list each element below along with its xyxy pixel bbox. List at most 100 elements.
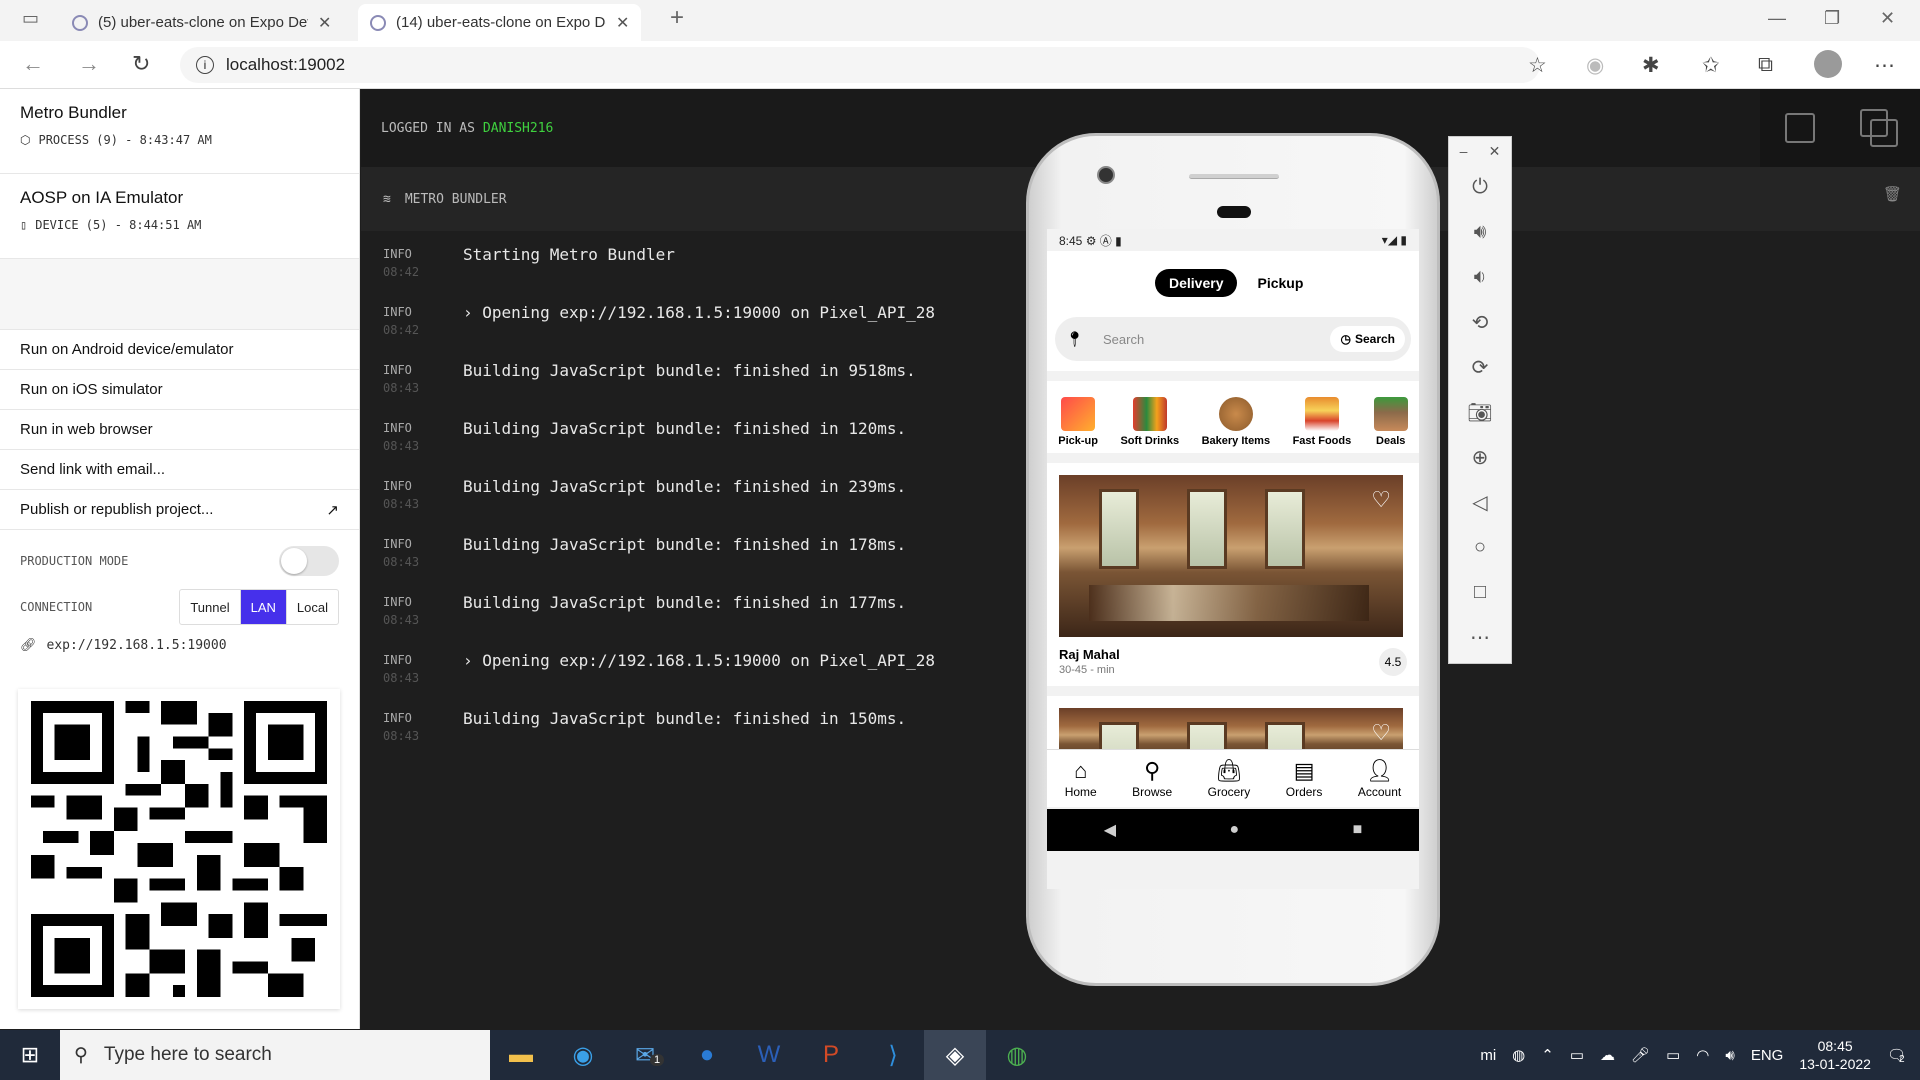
profile-avatar[interactable] (1814, 50, 1842, 78)
connection-lan[interactable]: LAN (240, 590, 287, 624)
run-ios-link[interactable]: Run on iOS simulator (0, 370, 359, 410)
volume-icon[interactable]: 🔊︎ (1725, 1047, 1734, 1064)
send-link-email[interactable]: Send link with email... (0, 450, 359, 490)
recents-square-icon[interactable]: ■ (1353, 821, 1363, 839)
extension-icon[interactable]: ◉ (1586, 53, 1604, 78)
close-window-icon[interactable]: ✕ (1880, 8, 1895, 29)
close-tab-icon[interactable]: ✕ (616, 13, 629, 33)
category-pickup[interactable]: Pick-up (1058, 397, 1098, 447)
connection-local[interactable]: Local (287, 590, 338, 624)
restaurant-name: Raj Mahal (1059, 647, 1120, 662)
run-web-link[interactable]: Run in web browser (0, 410, 359, 450)
restore-icon[interactable]: ❐ (1824, 8, 1840, 29)
category-deals[interactable]: Deals (1373, 397, 1408, 447)
wifi-icon[interactable]: ◠ (1696, 1046, 1709, 1064)
meet-now-icon[interactable]: ▭ (1570, 1046, 1584, 1064)
minimize-icon[interactable]: — (1768, 8, 1786, 29)
back-icon[interactable]: ← (22, 51, 44, 77)
browser-tab-1[interactable]: (5) uber-eats-clone on Expo Dev ✕ (60, 4, 343, 41)
run-android-link[interactable]: Run on Android device/emulator (0, 330, 359, 370)
more-icon[interactable]: ⋯ (1449, 615, 1511, 660)
favorite-heart-icon[interactable]: ♡ (1371, 487, 1391, 513)
windows-start-icon[interactable]: ⊞ (0, 1030, 60, 1080)
more-menu-icon[interactable]: ⋯ (1874, 53, 1895, 78)
single-view-button[interactable] (1760, 89, 1840, 167)
android-studio-icon[interactable]: ◈ (924, 1030, 986, 1080)
connection-tunnel[interactable]: Tunnel (180, 590, 241, 624)
collections-icon[interactable]: ⧉ (1758, 53, 1773, 77)
chrome-icon[interactable]: ◍ (986, 1030, 1048, 1080)
production-mode-toggle[interactable] (279, 546, 339, 576)
device-section[interactable]: AOSP on IA Emulator ▯ DEVICE (5) - 8:44:5… (0, 174, 359, 259)
word-icon[interactable]: W (738, 1030, 800, 1080)
back-icon[interactable]: ◁ (1449, 480, 1511, 525)
camera-icon[interactable]: 📷︎ (1449, 390, 1511, 435)
restaurant-card[interactable]: ♡ Raj Mahal 30-45 - min 4.5 (1047, 463, 1419, 686)
split-view-button[interactable] (1840, 89, 1920, 167)
search-input[interactable]: Search (1091, 332, 1330, 347)
home-circle-icon[interactable]: ● (1229, 821, 1239, 839)
sync-icon[interactable]: ◍ (1512, 1046, 1525, 1064)
category-bakery[interactable]: Bakery Items (1202, 397, 1270, 447)
forward-icon[interactable]: → (78, 51, 100, 77)
nav-grocery[interactable]: 👜︎ Grocery (1208, 758, 1251, 799)
power-icon[interactable]: ⏻ (1449, 165, 1511, 210)
new-tab-icon[interactable]: + (670, 4, 684, 32)
extensions-puzzle-icon[interactable]: ✱ (1642, 53, 1660, 78)
close-tab-icon[interactable]: ✕ (318, 13, 331, 33)
clock[interactable]: 08:45 13-01-2022 (1799, 1037, 1871, 1073)
publish-project-link[interactable]: Publish or republish project... ↗ (0, 490, 359, 530)
nav-orders[interactable]: ▤ Orders (1286, 758, 1323, 799)
battery-icon[interactable]: ▭ (1666, 1046, 1680, 1064)
windows-taskbar: ⊞ ⚲ Type here to search ▬ ◉ ✉ 1 ● W P ⟩ ◈… (0, 1030, 1920, 1080)
search-button[interactable]: ◷ Search (1330, 326, 1405, 352)
category-soft-drinks[interactable]: Soft Drinks (1120, 397, 1179, 447)
mail-icon[interactable]: ✉ 1 (614, 1030, 676, 1080)
search-bar[interactable]: 📍︎ Search ◷ Search (1055, 317, 1411, 361)
volume-down-icon[interactable]: 🔉︎ (1449, 255, 1511, 300)
zoom-icon[interactable]: ⊕ (1449, 435, 1511, 480)
nav-home[interactable]: ⌂ Home (1065, 758, 1097, 799)
microphone-icon[interactable]: 🎤︎ (1631, 1046, 1650, 1064)
pickup-tab[interactable]: Pickup (1243, 269, 1317, 297)
vscode-icon[interactable]: ⟩ (862, 1030, 924, 1080)
notifications-icon[interactable]: 🗨︎ 2 (1887, 1046, 1906, 1065)
file-explorer-icon[interactable]: ▬ (490, 1030, 552, 1080)
tab-actions-icon[interactable]: ▭ (22, 8, 39, 29)
add-favorite-icon[interactable]: ☆ (1528, 53, 1547, 78)
exp-url: exp://192.168.1.5:19000 (46, 637, 227, 653)
emulator-close-icon[interactable]: ✕ (1489, 143, 1501, 160)
taskbar-search[interactable]: ⚲ Type here to search (60, 1030, 490, 1080)
powerpoint-icon[interactable]: P (800, 1030, 862, 1080)
show-hidden-icons[interactable]: ⌃ (1541, 1046, 1554, 1064)
exp-url-row[interactable]: 🔗︎ exp://192.168.1.5:19000 (0, 630, 359, 660)
bundler-section[interactable]: Metro Bundler ⬡ PROCESS (9) - 8:43:47 AM (0, 89, 359, 174)
production-mode-row: PRODUCTION MODE (0, 538, 359, 584)
browser-tab-2[interactable]: (14) uber-eats-clone on Expo De ✕ (358, 4, 642, 41)
refresh-icon[interactable]: ↻ (132, 51, 150, 77)
edge-icon[interactable]: ◉ (552, 1030, 614, 1080)
volume-up-icon[interactable]: 🔊︎ (1449, 210, 1511, 255)
clear-logs-icon[interactable]: 🗑︎ (1883, 185, 1902, 203)
onedrive-icon[interactable]: ☁ (1600, 1046, 1615, 1064)
delivery-tab[interactable]: Delivery (1155, 269, 1238, 297)
phone-screen: 8:45 ⚙ Ⓐ ▮ ▾◢ ▮ Delivery Pickup 📍︎ Searc… (1047, 229, 1419, 889)
category-fast-foods[interactable]: Fast Foods (1293, 397, 1351, 447)
nav-browse[interactable]: ⚲ Browse (1132, 758, 1172, 799)
mi-icon[interactable]: mi (1480, 1047, 1496, 1064)
nav-account[interactable]: 👤︎ Account (1358, 758, 1401, 799)
mail-badge: 1 (650, 1054, 665, 1066)
emulator-minimize-icon[interactable]: – (1460, 143, 1468, 159)
language-indicator[interactable]: ENG (1751, 1047, 1784, 1064)
username[interactable]: DANISH216 (483, 121, 553, 136)
rotate-left-icon[interactable]: ⟲ (1449, 300, 1511, 345)
store-icon[interactable]: ● (676, 1030, 738, 1080)
favorites-icon[interactable]: ✩ (1702, 53, 1720, 78)
info-icon[interactable]: i (196, 56, 214, 74)
favorite-heart-icon[interactable]: ♡ (1371, 720, 1391, 746)
overview-icon[interactable]: □ (1449, 570, 1511, 615)
home-icon[interactable]: ○ (1449, 525, 1511, 570)
url-bar[interactable]: i localhost:19002 (180, 47, 1540, 83)
back-triangle-icon[interactable]: ◀ (1104, 820, 1116, 840)
rotate-right-icon[interactable]: ⟳ (1449, 345, 1511, 390)
